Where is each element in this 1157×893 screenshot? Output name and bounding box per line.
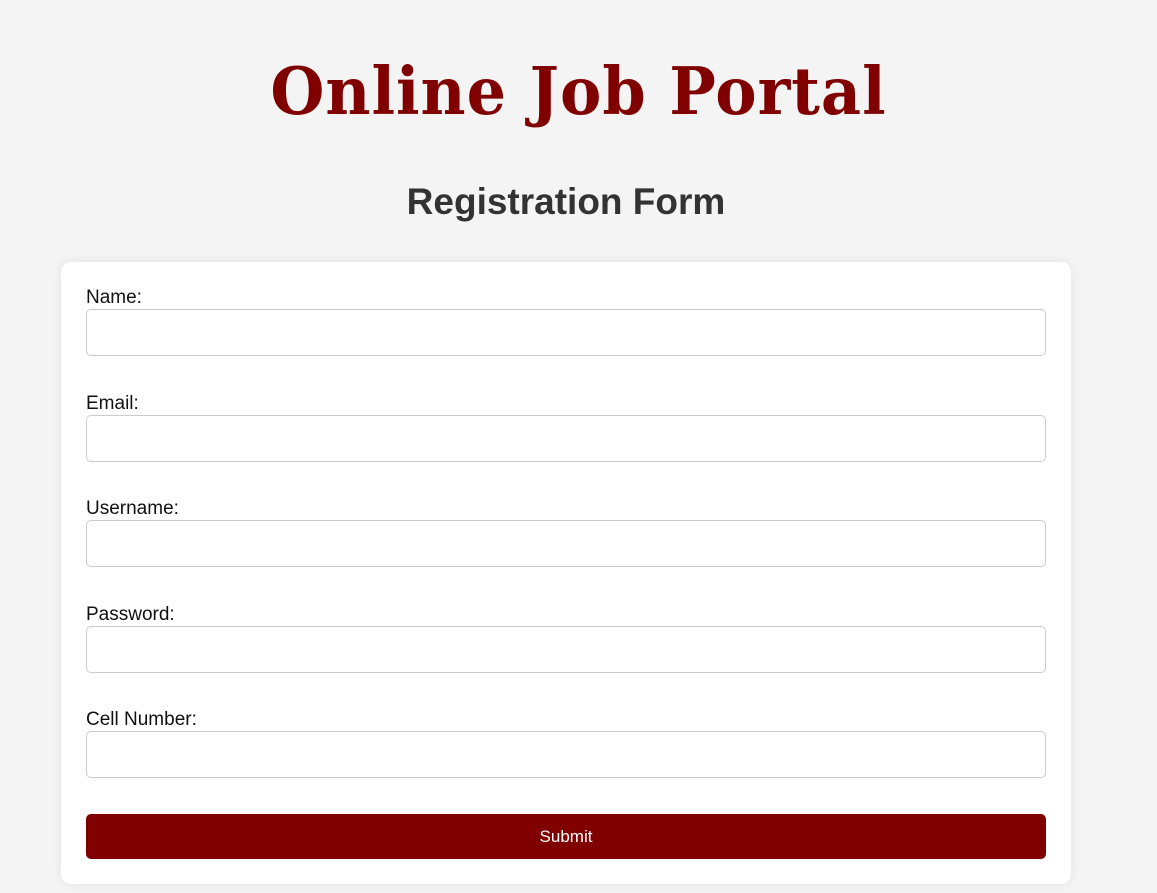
- name-label: Name:: [86, 287, 142, 308]
- username-input[interactable]: [86, 520, 1046, 567]
- cell-number-field-group: Cell Number:: [86, 709, 1046, 778]
- password-input[interactable]: [86, 626, 1046, 673]
- email-field-group: Email:: [86, 393, 1046, 462]
- password-label: Password:: [86, 604, 175, 625]
- name-input[interactable]: [86, 309, 1046, 356]
- cell-number-input[interactable]: [86, 731, 1046, 778]
- password-field-group: Password:: [86, 604, 1046, 673]
- cell-number-label: Cell Number:: [86, 709, 197, 730]
- email-label: Email:: [86, 393, 139, 414]
- name-field-group: Name:: [86, 287, 1046, 356]
- email-input[interactable]: [86, 415, 1046, 462]
- username-field-group: Username:: [86, 498, 1046, 567]
- username-label: Username:: [86, 498, 179, 519]
- page-title: Registration Form: [406, 181, 726, 222]
- registration-form: Name: Email: Username: Password: Cell Nu…: [61, 262, 1071, 884]
- submit-button[interactable]: Submit: [86, 814, 1046, 859]
- site-logo: Online Job Portal: [270, 53, 887, 130]
